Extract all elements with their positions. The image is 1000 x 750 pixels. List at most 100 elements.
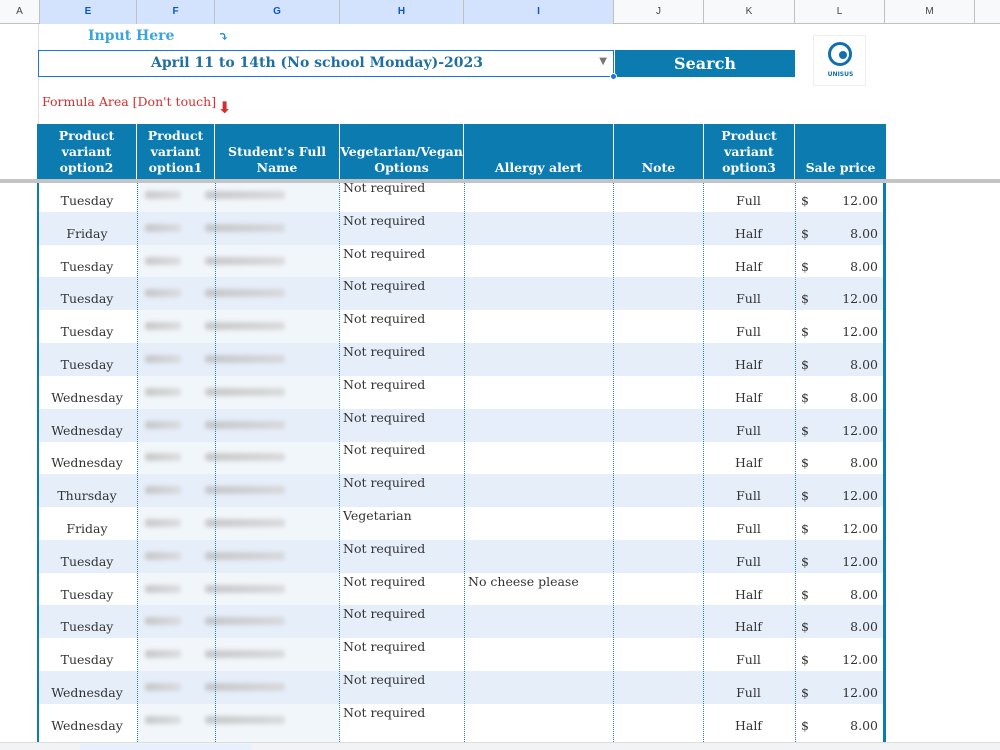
cell-variant-option3[interactable]: Half bbox=[703, 376, 794, 409]
cell-currency[interactable]: $ bbox=[801, 310, 813, 343]
cell-day[interactable]: Tuesday bbox=[37, 540, 137, 573]
cell-variant-option3[interactable]: Full bbox=[703, 638, 794, 671]
cell-sale-price[interactable]: 12.00 bbox=[815, 409, 878, 442]
header-sale-price[interactable]: Sale price bbox=[795, 124, 886, 179]
cell-allergy[interactable] bbox=[465, 605, 613, 638]
cell-day[interactable]: Thursday bbox=[37, 474, 137, 507]
cell-vegetarian[interactable]: Not required bbox=[341, 704, 465, 737]
cell-allergy[interactable] bbox=[465, 245, 613, 278]
cell-sale-price[interactable]: 8.00 bbox=[815, 573, 878, 606]
cell-sale-price[interactable]: 12.00 bbox=[815, 507, 878, 540]
column-header-l[interactable]: L bbox=[795, 0, 885, 24]
cell-sale-price[interactable]: 12.00 bbox=[815, 474, 878, 507]
cell-variant-option3[interactable]: Full bbox=[703, 179, 794, 212]
cell-sale-price[interactable]: 12.00 bbox=[815, 638, 878, 671]
cell-variant-option3[interactable]: Half bbox=[703, 441, 794, 474]
cell-currency[interactable]: $ bbox=[801, 507, 813, 540]
column-header-h[interactable]: H bbox=[340, 0, 464, 24]
chevron-down-icon[interactable]: ▼ bbox=[599, 56, 607, 67]
cell-vegetarian[interactable]: Not required bbox=[341, 310, 465, 343]
cell-day[interactable]: Tuesday bbox=[37, 605, 137, 638]
cell-variant-option3[interactable]: Half bbox=[703, 343, 794, 376]
cell-allergy[interactable] bbox=[465, 343, 613, 376]
cell-sale-price[interactable]: 12.00 bbox=[815, 310, 878, 343]
cell-allergy[interactable] bbox=[465, 704, 613, 737]
cell-day[interactable]: Tuesday bbox=[37, 277, 137, 310]
cell-day[interactable]: Tuesday bbox=[37, 343, 137, 376]
cell-day[interactable]: Wednesday bbox=[37, 409, 137, 442]
cell-variant-option3[interactable]: Full bbox=[703, 310, 794, 343]
cell-vegetarian[interactable]: Not required bbox=[341, 179, 465, 212]
cell-sale-price[interactable]: 8.00 bbox=[815, 343, 878, 376]
cell-sale-price[interactable]: 12.00 bbox=[815, 540, 878, 573]
cell-currency[interactable]: $ bbox=[801, 704, 813, 737]
column-header-g[interactable]: G bbox=[215, 0, 340, 24]
cell-currency[interactable]: $ bbox=[801, 671, 813, 704]
cell-day[interactable]: Wednesday bbox=[37, 704, 137, 737]
column-header-m[interactable]: M bbox=[885, 0, 975, 24]
cell-sale-price[interactable]: 12.00 bbox=[815, 671, 878, 704]
header-variant-option1[interactable]: Product variant option1 bbox=[137, 124, 215, 179]
cell-vegetarian[interactable]: Not required bbox=[341, 277, 465, 310]
header-allergy-alert[interactable]: Allergy alert bbox=[464, 124, 614, 179]
column-header-k[interactable]: K bbox=[704, 0, 795, 24]
cell-allergy[interactable] bbox=[465, 179, 613, 212]
header-note[interactable]: Note bbox=[614, 124, 704, 179]
cell-currency[interactable]: $ bbox=[801, 277, 813, 310]
cell-currency[interactable]: $ bbox=[801, 638, 813, 671]
date-range-dropdown[interactable]: April 11 to 14th (No school Monday)-2023… bbox=[38, 50, 614, 77]
cell-variant-option3[interactable]: Half bbox=[703, 212, 794, 245]
cell-currency[interactable]: $ bbox=[801, 245, 813, 278]
cell-vegetarian[interactable]: Not required bbox=[341, 638, 465, 671]
cell-currency[interactable]: $ bbox=[801, 212, 813, 245]
cell-currency[interactable]: $ bbox=[801, 540, 813, 573]
cell-currency[interactable]: $ bbox=[801, 376, 813, 409]
cell-currency[interactable]: $ bbox=[801, 605, 813, 638]
cell-sale-price[interactable]: 8.00 bbox=[815, 704, 878, 737]
cell-sale-price[interactable]: 12.00 bbox=[815, 277, 878, 310]
cell-sale-price[interactable]: 8.00 bbox=[815, 605, 878, 638]
cell-allergy[interactable] bbox=[465, 638, 613, 671]
cell-sale-price[interactable]: 8.00 bbox=[815, 441, 878, 474]
cell-day[interactable]: Tuesday bbox=[37, 573, 137, 606]
cell-sale-price[interactable]: 8.00 bbox=[815, 376, 878, 409]
cell-day[interactable]: Friday bbox=[37, 212, 137, 245]
header-variant-option2[interactable]: Product variant option2 bbox=[37, 124, 137, 179]
header-student-name[interactable]: Student's Full Name bbox=[215, 124, 340, 179]
cell-allergy[interactable]: No cheese please bbox=[465, 573, 613, 606]
cell-allergy[interactable] bbox=[465, 277, 613, 310]
column-header-j[interactable]: J bbox=[614, 0, 704, 24]
cell-day[interactable]: Wednesday bbox=[37, 376, 137, 409]
cell-allergy[interactable] bbox=[465, 441, 613, 474]
cell-currency[interactable]: $ bbox=[801, 474, 813, 507]
cell-day[interactable]: Wednesday bbox=[37, 441, 137, 474]
cell-vegetarian[interactable]: Not required bbox=[341, 409, 465, 442]
header-vegetarian-options[interactable]: Vegetarian/Vegan Options bbox=[340, 124, 464, 179]
cell-vegetarian[interactable]: Not required bbox=[341, 245, 465, 278]
cell-allergy[interactable] bbox=[465, 474, 613, 507]
cell-currency[interactable]: $ bbox=[801, 409, 813, 442]
cell-variant-option3[interactable]: Full bbox=[703, 671, 794, 704]
cell-vegetarian[interactable]: Not required bbox=[341, 540, 465, 573]
cell-allergy[interactable] bbox=[465, 376, 613, 409]
cell-day[interactable]: Tuesday bbox=[37, 638, 137, 671]
cell-sale-price[interactable]: 8.00 bbox=[815, 245, 878, 278]
cell-variant-option3[interactable]: Full bbox=[703, 540, 794, 573]
cell-variant-option3[interactable]: Full bbox=[703, 409, 794, 442]
cell-day[interactable]: Tuesday bbox=[37, 179, 137, 212]
cell-sale-price[interactable]: 12.00 bbox=[815, 179, 878, 212]
column-header-a[interactable]: A bbox=[0, 0, 40, 24]
selection-handle[interactable] bbox=[610, 73, 617, 80]
cell-vegetarian[interactable]: Not required bbox=[341, 671, 465, 704]
cell-vegetarian[interactable]: Not required bbox=[341, 441, 465, 474]
cell-variant-option3[interactable]: Half bbox=[703, 573, 794, 606]
cell-variant-option3[interactable]: Half bbox=[703, 245, 794, 278]
cell-variant-option3[interactable]: Full bbox=[703, 277, 794, 310]
column-header-f[interactable]: F bbox=[137, 0, 215, 24]
cell-day[interactable]: Wednesday bbox=[37, 671, 137, 704]
cell-variant-option3[interactable]: Full bbox=[703, 474, 794, 507]
header-variant-option3[interactable]: Product variant option3 bbox=[704, 124, 795, 179]
cell-variant-option3[interactable]: Half bbox=[703, 704, 794, 737]
cell-vegetarian[interactable]: Not required bbox=[341, 605, 465, 638]
cell-currency[interactable]: $ bbox=[801, 343, 813, 376]
